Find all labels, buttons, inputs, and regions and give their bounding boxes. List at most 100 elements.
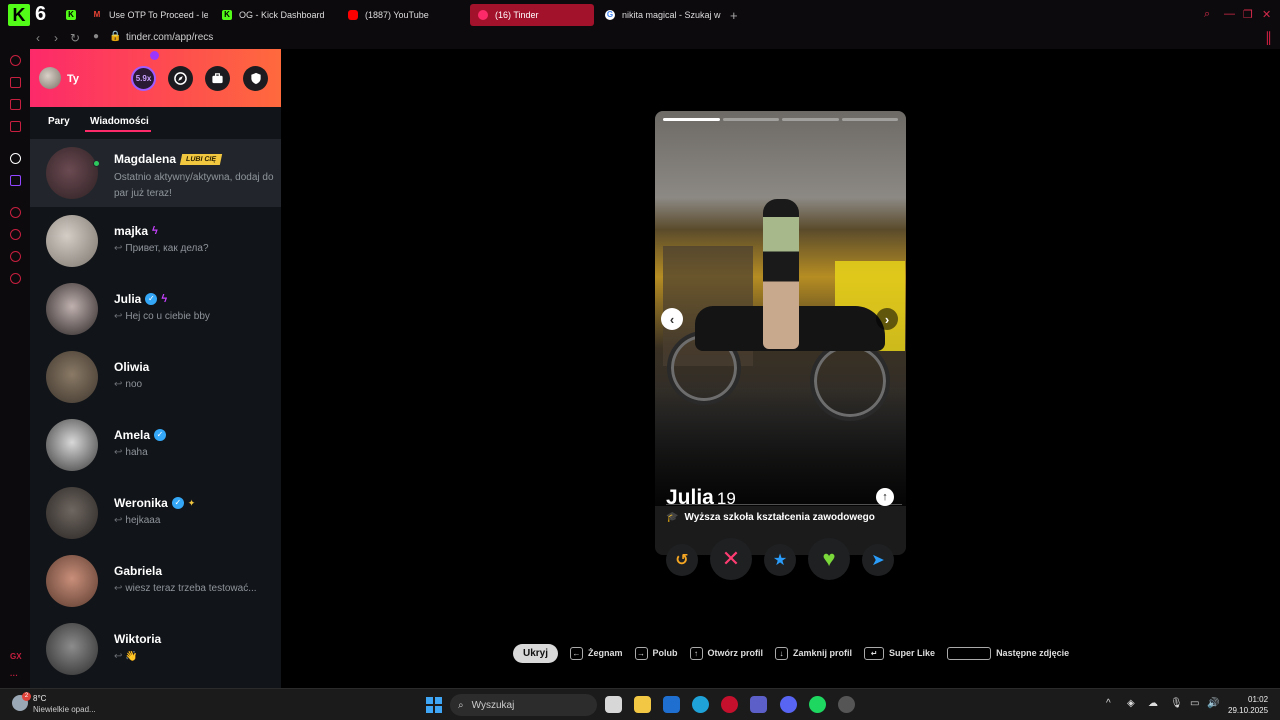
- preview-text: hejkaaa: [125, 515, 161, 526]
- network-icon[interactable]: ▭: [1190, 698, 1199, 709]
- explore-button[interactable]: [168, 66, 193, 91]
- keyboard-shortcuts-bar: Ukryj ← Żegnam → Polub ↑ Otwórz profil ↓ Zam…: [513, 643, 1081, 663]
- clock-date: 29.10.2025: [1228, 706, 1269, 715]
- shortcut-nope: ← Żegnam: [570, 646, 623, 660]
- chevron-up-icon[interactable]: ^: [1106, 698, 1111, 709]
- shop-button[interactable]: [205, 66, 230, 91]
- opera-gx-icon[interactable]: [721, 696, 738, 713]
- cloud-tray-icon[interactable]: ☁: [1148, 698, 1158, 709]
- twitch-icon[interactable]: [10, 175, 21, 186]
- avatar: [46, 623, 98, 675]
- reply-arrow-icon: ↩: [114, 447, 123, 458]
- tab-matches[interactable]: Pary: [48, 116, 70, 127]
- tab-kick-pinned[interactable]: K: [58, 4, 76, 26]
- steelseries-icon[interactable]: [838, 696, 855, 713]
- restore-icon[interactable]: ❐: [1243, 8, 1253, 21]
- card-age: 19: [716, 489, 736, 508]
- profile-name[interactable]: Ty: [67, 73, 79, 85]
- extensions-icon[interactable]: [10, 251, 21, 262]
- search-icon: ⌕: [458, 699, 464, 711]
- list-item[interactable]: Wiktoria ↩ 👋: [30, 615, 281, 683]
- new-tab-button[interactable]: +: [722, 4, 742, 26]
- contact-name: Amela: [114, 428, 151, 442]
- back-icon[interactable]: ‹: [36, 31, 40, 45]
- more-icon[interactable]: ···: [10, 671, 18, 680]
- briefcase-icon: [212, 73, 223, 84]
- shopping-icon[interactable]: [10, 77, 21, 88]
- volume-icon[interactable]: 🔊: [1207, 698, 1219, 709]
- tab-label: OG - Kick Dashboard: [239, 10, 325, 20]
- history-icon[interactable]: [10, 229, 21, 240]
- player-icon[interactable]: [10, 207, 21, 218]
- heart-icon: ♥: [822, 546, 836, 571]
- windows-taskbar: 2 8°C Niewielkie opad... ⌕ Wyszukaj ^ ◈ …: [0, 688, 1280, 720]
- contact-name-row: Weronika ✓ ✦: [114, 496, 195, 510]
- list-item[interactable]: Gabriela ↩ wiesz teraz trzeba testować...: [30, 547, 281, 615]
- outlook-icon[interactable]: [663, 696, 680, 713]
- safety-button[interactable]: [243, 66, 268, 91]
- photo-progress-segment[interactable]: [782, 118, 839, 121]
- divider: [666, 504, 902, 505]
- list-item[interactable]: Weronika ✓ ✦ ↩ hejkaaa: [30, 479, 281, 547]
- tab-youtube[interactable]: (1887) YouTube: [340, 4, 464, 26]
- avatar[interactable]: [39, 67, 61, 89]
- compass-icon: [174, 72, 187, 85]
- list-item-active-match[interactable]: Magdalena LUBI CIĘ Ostatnio aktywny/akty…: [30, 139, 281, 207]
- profile-photo[interactable]: [655, 111, 906, 506]
- messenger-icon[interactable]: [10, 99, 21, 110]
- forward-icon[interactable]: ›: [54, 31, 58, 45]
- discord-icon[interactable]: [780, 696, 797, 713]
- super-like-button[interactable]: ★: [764, 544, 796, 576]
- microphone-icon[interactable]: 🎙: [1170, 698, 1183, 709]
- card-school-row: 🎓 Wyższa szkoła kształcenia zawodowego: [666, 512, 875, 523]
- tab-google-search[interactable]: G nikita magical - Szukaj w: [597, 4, 721, 26]
- weather-temperature[interactable]: 8°C: [33, 694, 46, 703]
- weather-description[interactable]: Niewielkie opad...: [33, 705, 96, 714]
- sidebar-toggle-icon[interactable]: ∥: [1265, 29, 1272, 46]
- spotify-icon[interactable]: [809, 696, 826, 713]
- minimize-icon[interactable]: —: [1224, 8, 1235, 20]
- gx-corner-icon[interactable]: [10, 55, 21, 66]
- photo-progress-segment[interactable]: [722, 118, 779, 121]
- edge-icon[interactable]: [692, 696, 709, 713]
- file-explorer-icon[interactable]: [634, 696, 651, 713]
- kick-rail-icon[interactable]: [10, 153, 21, 164]
- lock-icon[interactable]: 🔒: [109, 31, 121, 42]
- tinder-icon: [478, 10, 488, 20]
- tab-gmail[interactable]: M Use OTP To Proceed - lee: [84, 4, 208, 26]
- reload-icon[interactable]: ↻: [70, 31, 80, 45]
- photo-progress-segment[interactable]: [841, 118, 898, 121]
- profile-card[interactable]: ‹ › Julia 19 ↑ 🎓 Wyższa szkoła kształceni…: [655, 111, 906, 555]
- close-icon[interactable]: ✕: [1262, 8, 1271, 21]
- boost-button[interactable]: 5.9x: [131, 66, 156, 91]
- nope-button[interactable]: ✕: [710, 538, 752, 580]
- photo-progress-segment[interactable]: [663, 118, 720, 121]
- tab-messages[interactable]: Wiadomości: [90, 116, 149, 127]
- list-item[interactable]: Amela ✓ ↩ haha: [30, 411, 281, 479]
- teams-icon[interactable]: [750, 696, 767, 713]
- url-text[interactable]: tinder.com/app/recs: [126, 32, 213, 43]
- gx-control-icon[interactable]: GX: [10, 652, 22, 661]
- windows-start-icon[interactable]: [426, 697, 442, 713]
- like-button[interactable]: ♥: [808, 538, 850, 580]
- next-photo-button[interactable]: ›: [876, 308, 898, 330]
- steam-tray-icon[interactable]: ◈: [1127, 698, 1135, 709]
- previous-photo-button[interactable]: ‹: [661, 308, 683, 330]
- open-profile-button[interactable]: ↑: [876, 488, 894, 506]
- task-view-icon[interactable]: [605, 696, 622, 713]
- preview-text: noo: [125, 379, 143, 390]
- list-item[interactable]: Julia ✓ ϟ ↩ Hej co u ciebie bby: [30, 275, 281, 343]
- avatar: [46, 147, 98, 199]
- taskbar-search-input[interactable]: ⌕ Wyszukaj: [450, 694, 597, 716]
- hide-shortcuts-button[interactable]: Ukryj: [513, 643, 559, 663]
- settings-icon[interactable]: [10, 273, 21, 284]
- taskbar-clock[interactable]: 01:02 29.10.2025: [1228, 694, 1268, 716]
- tab-tinder[interactable]: (16) Tinder: [470, 4, 594, 26]
- rewind-button[interactable]: ↺: [666, 544, 698, 576]
- list-item[interactable]: Oliwia ↩ noo: [30, 343, 281, 411]
- list-item[interactable]: majka ϟ ↩ Привет, как дела?: [30, 207, 281, 275]
- tab-kick-dashboard[interactable]: K OG - Kick Dashboard: [214, 4, 338, 26]
- boost-send-button[interactable]: ➤: [862, 544, 894, 576]
- wiki-icon[interactable]: [10, 121, 21, 132]
- search-tabs-icon[interactable]: ⌕: [1204, 8, 1210, 21]
